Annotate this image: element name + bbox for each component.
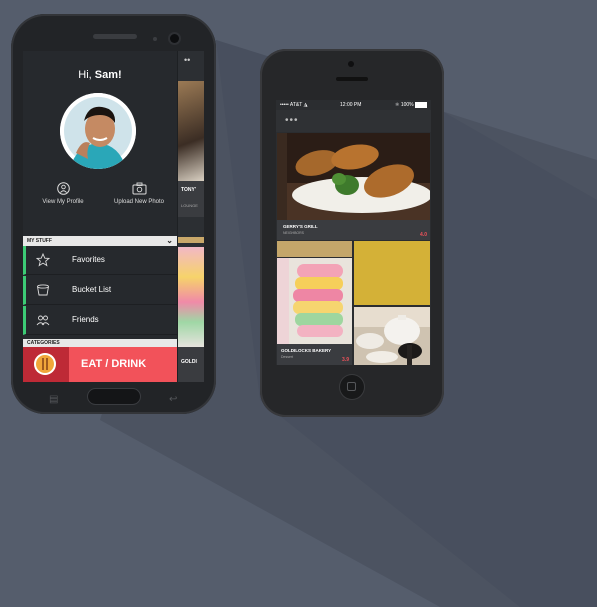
iphone: ••••• AT&T ◮ 12:00 PM ⚛ 100% ••• GERRY'S… — [260, 49, 444, 417]
menu-item-bucket-list[interactable]: Bucket List — [23, 276, 177, 305]
clock: 12:00 PM — [340, 102, 362, 108]
side-menu: Hi, Sam! View My Profile Upload New Phot… — [23, 51, 177, 382]
card-mustard-tile[interactable] — [354, 241, 430, 305]
menu-item-friends[interactable]: Friends — [23, 306, 177, 335]
greeting: Hi, Sam! — [78, 69, 122, 81]
iphone-screen: ••••• AT&T ◮ 12:00 PM ⚛ 100% ••• GERRY'S… — [276, 100, 431, 365]
content-peek[interactable]: •• TONY' LOUNGE GOLDI — [178, 51, 204, 382]
categories-label: CATEGORIES — [27, 340, 60, 346]
menu-item-label: Bucket List — [72, 285, 112, 294]
chevron-down-icon: ⌄ — [166, 236, 173, 245]
card-label: GOLDILOCKS BAKERY Dessert 3.9 — [277, 344, 352, 365]
peek-card-label: GOLDI — [178, 347, 204, 382]
menu-dots-icon[interactable]: •• — [184, 55, 190, 65]
category-label: EAT / DRINK — [81, 358, 147, 370]
avatar[interactable] — [60, 93, 136, 169]
menu-item-favorites[interactable]: Favorites — [23, 246, 177, 275]
card-title: GOLDILOCKS BAKERY — [281, 348, 332, 353]
card-gerrys-grill[interactable]: GERRY'S GRILL NEIGHBORS 4.0 — [277, 133, 431, 240]
card-teapot[interactable] — [354, 307, 430, 365]
peek-image-food — [178, 81, 204, 181]
peek-title: GOLDI — [181, 359, 197, 365]
friends-icon — [36, 315, 50, 326]
user-name: Sam! — [94, 69, 122, 81]
menu-key-icon[interactable]: ▤ — [49, 394, 58, 405]
card-label: GERRY'S GRILL NEIGHBORS 4.0 — [277, 220, 430, 240]
avatar-photo — [60, 93, 136, 169]
category-eat-drink[interactable]: EAT / DRINK — [23, 347, 177, 382]
earpiece — [336, 77, 368, 81]
my-stuff-header[interactable]: MY STUFF ⌄ — [23, 236, 177, 246]
status-bar: ••••• AT&T ◮ 12:00 PM ⚛ 100% — [276, 100, 431, 110]
categories-header: CATEGORIES — [23, 339, 177, 347]
macaron-photo — [277, 258, 352, 344]
home-button[interactable] — [340, 375, 364, 399]
bucket-icon — [37, 284, 49, 296]
camera-icon — [132, 182, 146, 195]
back-key-icon[interactable]: ↩ — [169, 394, 177, 405]
carrier: ••••• AT&T ◮ — [280, 102, 308, 108]
my-stuff-label: MY STUFF — [27, 238, 52, 244]
speaker-grille — [93, 34, 137, 39]
utensils-icon — [34, 353, 56, 375]
card-subtitle: NEIGHBORS — [283, 231, 305, 235]
nav-bar: ••• — [276, 110, 431, 132]
peek-image-strip — [178, 237, 204, 243]
star-icon — [36, 253, 50, 267]
image-strip — [277, 241, 352, 257]
card-title: GERRY'S GRILL — [283, 224, 318, 229]
peek-title: TONY' — [181, 187, 196, 193]
menu-dots-icon[interactable]: ••• — [285, 115, 299, 126]
peek-card-label: TONY' LOUNGE — [178, 181, 204, 217]
android-screen: Hi, Sam! View My Profile Upload New Phot… — [23, 51, 204, 382]
menu-item-label: Friends — [72, 315, 99, 324]
category-badge — [23, 347, 69, 382]
card-score: 3.9 — [342, 357, 349, 363]
front-camera — [348, 61, 354, 67]
view-profile-button[interactable]: View My Profile — [27, 182, 99, 205]
sensor — [153, 37, 157, 41]
front-camera — [170, 34, 179, 43]
view-profile-label: View My Profile — [42, 199, 84, 205]
peek-image-macarons — [178, 247, 204, 347]
peek-subtitle: LOUNGE — [181, 203, 198, 208]
food-photo — [277, 133, 431, 220]
card-score: 4.0 — [420, 232, 427, 238]
upload-photo-label: Upload New Photo — [113, 199, 165, 205]
android-phone: Hi, Sam! View My Profile Upload New Phot… — [11, 14, 216, 414]
upload-photo-button[interactable]: Upload New Photo — [103, 182, 175, 205]
menu-item-label: Favorites — [72, 255, 105, 264]
home-square-icon — [347, 382, 356, 391]
teapot-photo — [354, 307, 430, 365]
battery: ⚛ 100% — [395, 100, 427, 110]
card-goldilocks-bakery[interactable]: GOLDILOCKS BAKERY Dessert 3.9 — [277, 258, 352, 365]
person-icon — [56, 182, 70, 195]
home-button[interactable] — [88, 389, 140, 404]
